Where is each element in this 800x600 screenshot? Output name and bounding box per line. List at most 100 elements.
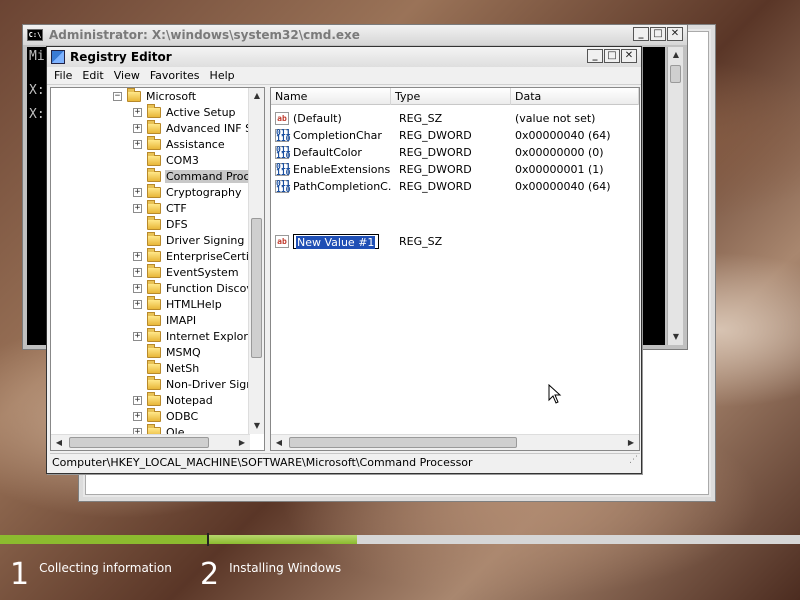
expand-icon[interactable]: + (133, 267, 142, 277)
tree-vertical-scrollbar[interactable]: ▲ ▼ (248, 88, 264, 434)
tree-item[interactable]: + Internet Explore (133, 327, 255, 344)
expand-icon[interactable]: + (133, 411, 142, 421)
tree-item-label: Internet Explore (166, 329, 255, 343)
value-type: REG_DWORD (399, 129, 472, 142)
folder-icon (147, 199, 161, 214)
column-header-name[interactable]: Name (271, 88, 391, 105)
scroll-down-arrow-icon[interactable]: ▼ (668, 329, 684, 345)
folder-icon (147, 327, 161, 342)
new-value-row[interactable]: ab New Value #1 REG_SZ (271, 233, 639, 250)
maximize-button[interactable]: □ (650, 27, 666, 41)
value-data: 0x00000000 (0) (515, 146, 604, 159)
menu-file[interactable]: File (49, 69, 77, 82)
column-header-type[interactable]: Type (391, 88, 511, 105)
folder-icon (147, 151, 161, 166)
value-row[interactable]: 011 110 CompletionChar REG_DWORD 0x00000040… (271, 127, 639, 144)
key-tree-pane[interactable]: − Microsoft + Active Setup + Advanced INF S + A… (50, 87, 265, 451)
expand-icon[interactable]: + (133, 283, 142, 293)
scroll-left-arrow-icon[interactable]: ◀ (271, 435, 287, 450)
tree-item[interactable]: + Advanced INF S (133, 119, 253, 136)
value-row[interactable]: 011 110 PathCompletionC... REG_DWORD 0x0000… (271, 178, 639, 195)
tree-item-label: HTMLHelp (166, 297, 222, 311)
registry-editor-icon (51, 50, 65, 64)
tree-item[interactable]: + Cryptography (133, 183, 242, 200)
expand-icon[interactable]: + (133, 203, 142, 213)
value-row[interactable]: 011 110 EnableExtensions REG_DWORD 0x000000… (271, 161, 639, 178)
tree-item[interactable]: + ODBC (133, 407, 199, 424)
menu-edit[interactable]: Edit (77, 69, 108, 82)
menu-favorites[interactable]: Favorites (145, 69, 205, 82)
expand-icon[interactable]: + (133, 123, 142, 133)
tree-item[interactable]: MSMQ (133, 343, 202, 360)
expand-icon[interactable]: + (133, 395, 142, 405)
tree-horizontal-scrollbar[interactable]: ◀ ▶ (51, 434, 250, 450)
scroll-right-arrow-icon[interactable]: ▶ (234, 435, 250, 450)
minimize-button[interactable]: _ (587, 49, 603, 63)
expand-icon[interactable]: + (133, 107, 142, 117)
menu-help[interactable]: Help (205, 69, 240, 82)
cmd-icon: C:\ (27, 29, 43, 41)
folder-icon (147, 167, 161, 182)
folder-icon (147, 183, 161, 198)
tree-item[interactable]: NetSh (133, 359, 200, 376)
cmd-scrollbar[interactable]: ▲ ▼ (667, 47, 683, 345)
expand-icon[interactable]: + (133, 331, 142, 341)
step-number: 1 (10, 557, 30, 592)
tree-item[interactable]: + Function Discove (133, 279, 261, 296)
value-type: REG_DWORD (399, 180, 472, 193)
tree-item[interactable]: Non-Driver Signi (133, 375, 257, 392)
registry-editor-window[interactable]: Registry Editor _ □ ✕ File Edit View Fav… (46, 46, 642, 474)
close-button[interactable]: ✕ (621, 49, 637, 63)
rename-input[interactable]: New Value #1 (293, 234, 379, 249)
tree-item[interactable]: + HTMLHelp (133, 295, 223, 312)
scroll-down-arrow-icon[interactable]: ▼ (249, 418, 264, 434)
value-name: PathCompletionC... (293, 180, 391, 193)
tree-item[interactable]: + EventSystem (133, 263, 240, 280)
values-list-pane[interactable]: Name Type Data ab (Default) REG_SZ (value n… (270, 87, 640, 451)
scroll-thumb[interactable] (69, 437, 209, 448)
value-row[interactable]: ab (Default) REG_SZ (value not set) (271, 110, 639, 127)
value-type: REG_DWORD (399, 163, 472, 176)
tree-item-label: Function Discove (166, 281, 260, 295)
folder-icon (147, 231, 161, 246)
maximize-button[interactable]: □ (604, 49, 620, 63)
expand-icon[interactable]: + (133, 299, 142, 309)
tree-item[interactable]: + CTF (133, 199, 188, 216)
scroll-thumb[interactable] (670, 65, 681, 83)
close-button[interactable]: ✕ (667, 27, 683, 41)
tree-item[interactable]: + Active Setup (133, 103, 237, 120)
expand-icon[interactable]: + (133, 187, 142, 197)
status-path: Computer\HKEY_LOCAL_MACHINE\SOFTWARE\Mic… (52, 456, 473, 469)
tree-item[interactable]: DFS (133, 215, 189, 232)
resize-grip-icon[interactable]: ⋰ (629, 451, 638, 469)
tree-item[interactable]: COM3 (133, 151, 200, 168)
scroll-right-arrow-icon[interactable]: ▶ (623, 435, 639, 450)
tree-item[interactable]: + EnterpriseCertifi (133, 247, 257, 264)
value-row[interactable]: 011 110 DefaultColor REG_DWORD 0x00000000 (… (271, 144, 639, 161)
tree-item[interactable]: Driver Signing (133, 231, 245, 248)
cmd-line: X: (29, 83, 45, 98)
tree-item[interactable]: IMAPI (133, 311, 197, 328)
collapse-icon[interactable]: − (113, 91, 122, 101)
scroll-up-arrow-icon[interactable]: ▲ (249, 88, 264, 104)
step-1-progress (0, 535, 207, 544)
regedit-titlebar[interactable]: Registry Editor _ □ ✕ (47, 47, 641, 67)
menu-view[interactable]: View (109, 69, 145, 82)
cmd-titlebar[interactable]: C:\ Administrator: X:\windows\system32\c… (23, 25, 687, 45)
scroll-left-arrow-icon[interactable]: ◀ (51, 435, 67, 450)
setup-step-2: 2 Installing Windows (200, 560, 341, 590)
regedit-title: Registry Editor (70, 50, 172, 64)
expand-icon[interactable]: + (133, 139, 142, 149)
expand-icon[interactable]: + (133, 251, 142, 261)
minimize-button[interactable]: _ (633, 27, 649, 41)
scroll-thumb[interactable] (251, 218, 262, 358)
column-header-data[interactable]: Data (511, 88, 639, 105)
tree-item[interactable]: Command Proce (133, 167, 258, 184)
values-horizontal-scrollbar[interactable]: ◀ ▶ (271, 434, 639, 450)
scroll-thumb[interactable] (289, 437, 517, 448)
tree-item-microsoft[interactable]: − Microsoft (113, 88, 197, 104)
tree-item-label: ODBC (166, 409, 199, 423)
scroll-up-arrow-icon[interactable]: ▲ (668, 47, 684, 63)
tree-item[interactable]: + Notepad (133, 391, 214, 408)
tree-item[interactable]: + Assistance (133, 135, 226, 152)
